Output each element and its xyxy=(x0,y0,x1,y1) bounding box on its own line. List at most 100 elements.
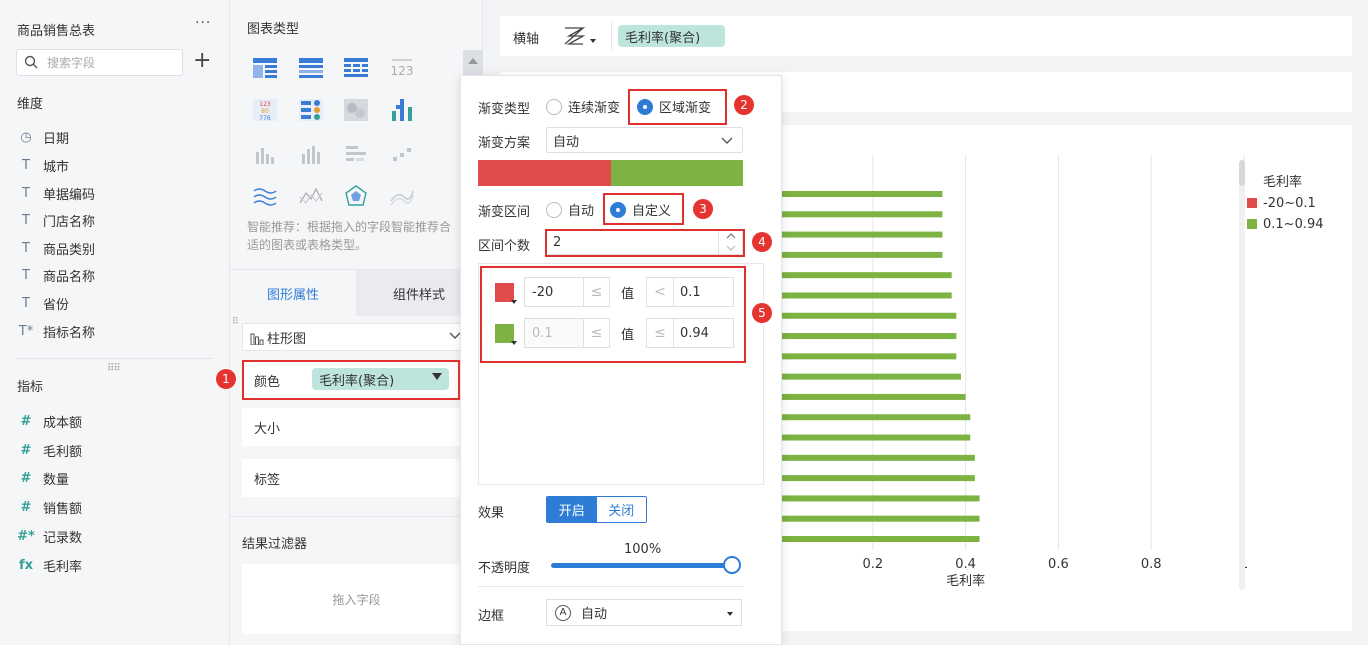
text-type-icon: T xyxy=(22,185,30,201)
legend-title: 毛利率 xyxy=(1263,175,1303,190)
dimension-field-item[interactable]: T 省份 xyxy=(17,292,69,314)
gradient-scheme-select[interactable]: 自动 xyxy=(546,127,743,153)
svg-text:80: 80 xyxy=(261,108,269,115)
legend-swatch-green xyxy=(1247,219,1257,229)
dimension-field-item[interactable]: T 商品类别 xyxy=(17,237,95,259)
text-type-icon: T xyxy=(22,267,30,283)
x-axis-shelf: 横轴 毛利率(聚合) xyxy=(500,16,1352,56)
border-select[interactable]: A 自动 xyxy=(546,599,742,626)
gradient-segment-red xyxy=(478,160,611,186)
opacity-slider-track[interactable] xyxy=(551,563,734,568)
field-label: 指标名称 xyxy=(43,325,96,341)
field-label: 毛利率 xyxy=(43,559,83,575)
drag-handle-icon[interactable]: ⠿⠿ xyxy=(107,363,121,374)
border-value: 自动 xyxy=(581,607,608,622)
text-type-icon: T xyxy=(22,295,30,311)
axis-type-icon[interactable] xyxy=(562,24,600,48)
bar-chart-icon[interactable] xyxy=(252,143,278,165)
cross-table-icon[interactable] xyxy=(298,57,324,79)
field-label: 毛利额 xyxy=(43,444,83,460)
measure-field-item[interactable]: # 毛利额 xyxy=(17,439,82,461)
x-tick-label: 0.4 xyxy=(955,557,976,572)
radio-continuous-gradient[interactable]: 连续渐变 xyxy=(546,97,620,116)
dimension-field-item[interactable]: T 门店名称 xyxy=(17,209,95,231)
line-chart-icon[interactable] xyxy=(298,185,324,207)
scroll-up-button[interactable] xyxy=(463,50,483,75)
drag-dots-icon[interactable]: ⠿ xyxy=(232,317,239,327)
x-tick-label: 0.6 xyxy=(1048,557,1069,572)
dimension-field-item[interactable]: T* 指标名称 xyxy=(17,320,95,342)
measure-field-item[interactable]: # 销售额 xyxy=(17,496,82,518)
dimension-field-item[interactable]: T 商品名称 xyxy=(17,264,95,286)
radio-circle xyxy=(546,201,562,218)
x-tick-label: 0.8 xyxy=(1141,557,1162,572)
kpi-number-icon[interactable]: 123 xyxy=(389,57,415,79)
legend-swatch-red xyxy=(1247,198,1257,208)
dimension-field-item[interactable]: ◷ 日期 xyxy=(17,126,69,148)
legend-item[interactable]: 0.1~0.94 xyxy=(1247,215,1324,233)
radar-chart-icon[interactable] xyxy=(343,185,369,207)
scatter-bar-icon[interactable] xyxy=(389,143,415,165)
annotation-badge-2: 2 xyxy=(734,95,754,115)
chart-type-title: 图表类型 xyxy=(247,22,300,37)
add-field-icon[interactable]: + xyxy=(193,50,211,72)
heatmap-icon[interactable] xyxy=(343,99,369,121)
number-type-icon: #* xyxy=(17,528,35,544)
svg-text:776: 776 xyxy=(259,115,271,121)
field-label: 商品名称 xyxy=(43,269,96,285)
grouped-bar-icon[interactable] xyxy=(298,143,324,165)
search-field-box[interactable] xyxy=(16,49,183,76)
scroll-thumb[interactable] xyxy=(1239,160,1245,186)
border-label: 边框 xyxy=(478,609,505,624)
result-filter-title: 结果过滤器 xyxy=(242,537,308,552)
table-icon[interactable] xyxy=(252,57,278,79)
legend-item[interactable]: -20~0.1 xyxy=(1247,194,1316,212)
filter-drop-zone[interactable]: 拖入字段 xyxy=(242,564,471,634)
detail-table-icon[interactable] xyxy=(343,57,369,79)
measure-field-item[interactable]: fx 毛利率 xyxy=(17,554,82,576)
color-table-icon[interactable]: 123 80 776 xyxy=(252,99,278,121)
annotation-box-3 xyxy=(603,193,684,225)
more-icon[interactable]: ··· xyxy=(195,15,211,31)
number-type-icon: # xyxy=(20,499,32,515)
size-property-label: 大小 xyxy=(254,421,281,437)
multi-line-icon[interactable] xyxy=(389,185,415,207)
clock-icon: ◷ xyxy=(20,129,32,145)
field-label: 成本额 xyxy=(43,415,83,431)
chart-type-select[interactable]: 柱形图 xyxy=(242,323,471,351)
dimension-field-item[interactable]: T 单据编码 xyxy=(17,182,95,204)
stacked-bar-icon[interactable] xyxy=(343,143,369,165)
x-tick-label: 0.2 xyxy=(862,557,883,572)
dimension-field-item[interactable]: T 城市 xyxy=(17,154,69,176)
gradient-interval-label: 渐变区间 xyxy=(478,205,531,220)
x-axis-field-pill[interactable]: 毛利率(聚合) xyxy=(618,25,725,47)
size-property-row[interactable]: 大小 xyxy=(242,408,471,446)
field-label: 日期 xyxy=(43,131,70,147)
symbol-table-icon[interactable] xyxy=(298,99,324,121)
effect-on-button[interactable]: 开启 xyxy=(547,497,597,522)
waterfall-table-icon[interactable] xyxy=(389,99,415,121)
effect-off-button[interactable]: 关闭 xyxy=(596,497,646,522)
radio-circle xyxy=(546,98,562,115)
svg-text:123: 123 xyxy=(259,101,271,108)
legend-scrollbar[interactable] xyxy=(1239,160,1245,590)
text-type-icon: T xyxy=(22,212,30,228)
area-line-icon[interactable] xyxy=(252,185,278,207)
measure-field-item[interactable]: # 成本额 xyxy=(17,410,82,432)
label-property-row[interactable]: 标签 xyxy=(242,459,471,497)
radio-interval-auto[interactable]: 自动 xyxy=(546,200,594,219)
tab-graph-properties[interactable]: 图形属性 xyxy=(230,270,356,316)
effect-toggle[interactable]: 开启 关闭 xyxy=(546,496,647,523)
opacity-slider-thumb[interactable] xyxy=(723,556,741,574)
divider xyxy=(17,358,212,359)
x-axis-label: 横轴 xyxy=(513,32,540,47)
search-input[interactable] xyxy=(47,53,177,73)
field-label: 单据编码 xyxy=(43,187,96,203)
measure-field-item[interactable]: # 数量 xyxy=(17,467,69,489)
column-chart-icon xyxy=(250,333,264,345)
legend-label: -20~0.1 xyxy=(1263,195,1316,211)
auto-icon: A xyxy=(555,604,571,621)
svg-text:123: 123 xyxy=(391,64,414,78)
measure-field-item[interactable]: #* 记录数 xyxy=(17,525,82,547)
interval-count-label: 区间个数 xyxy=(478,239,531,254)
